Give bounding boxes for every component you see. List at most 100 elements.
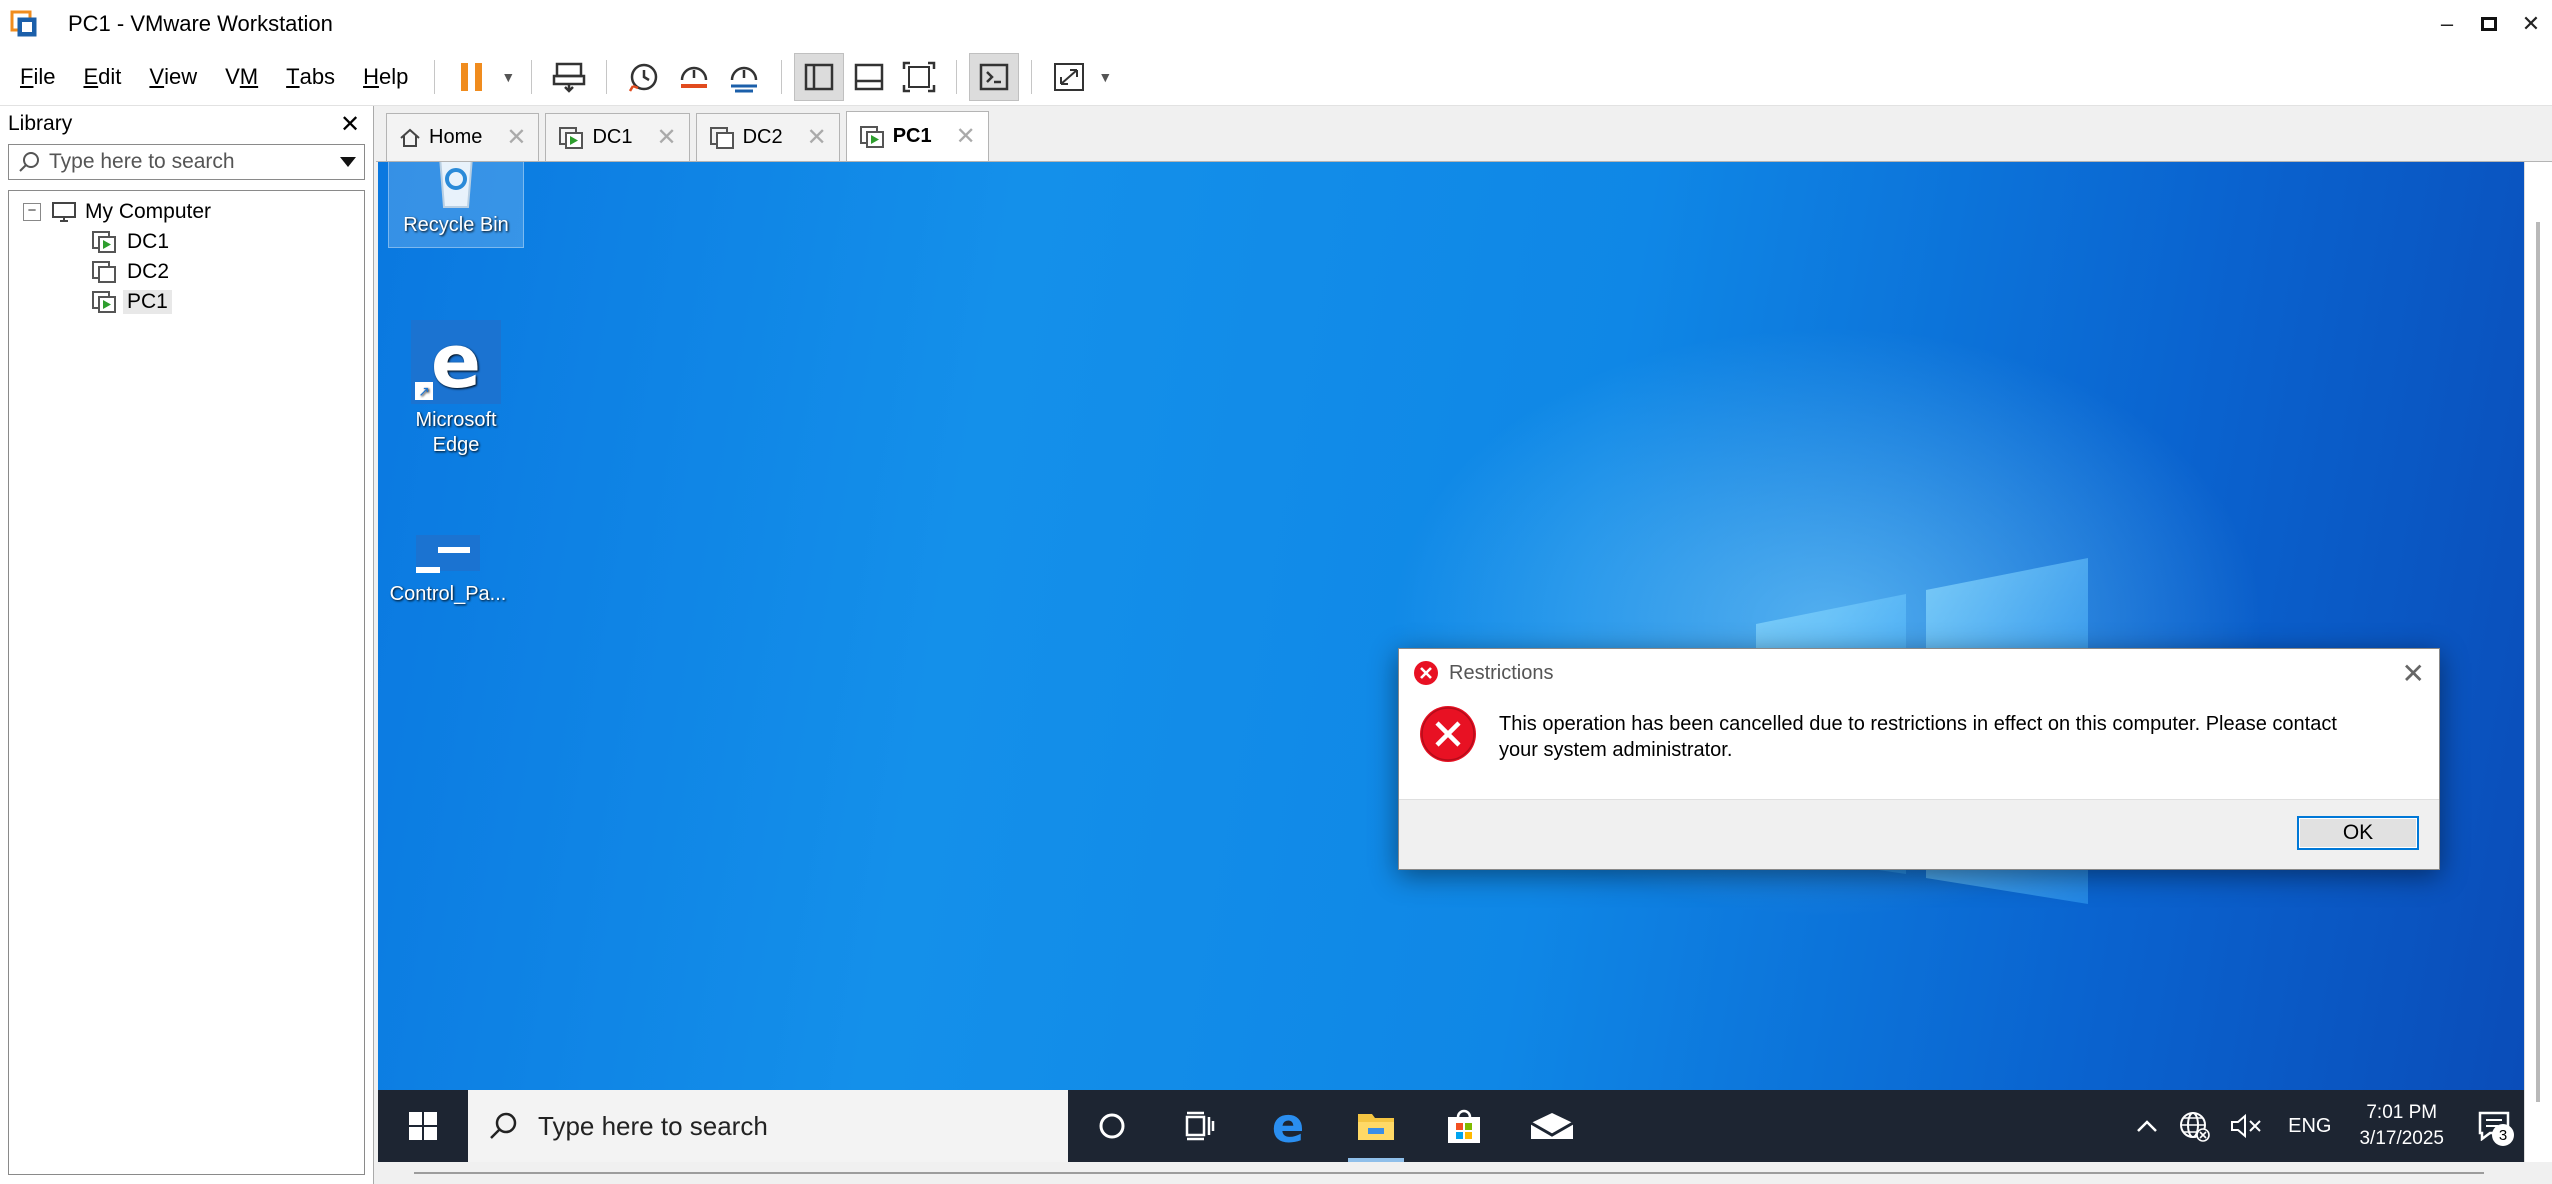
clock[interactable]: 7:01 PM 3/17/2025 bbox=[2345, 1100, 2464, 1152]
horizontal-scrollbar[interactable] bbox=[378, 1162, 2552, 1184]
menu-view[interactable]: View bbox=[135, 57, 211, 97]
revert-snapshot-icon[interactable] bbox=[669, 53, 719, 101]
search-icon bbox=[9, 151, 49, 173]
menu-vm[interactable]: VM bbox=[211, 57, 272, 97]
clock-time: 7:01 PM bbox=[2366, 1102, 2438, 1123]
notification-count-badge: 3 bbox=[2492, 1124, 2514, 1146]
minimize-button[interactable]: – bbox=[2426, 0, 2468, 48]
tab-close-icon[interactable]: ✕ bbox=[956, 122, 976, 151]
power-options-dropdown[interactable]: ▼ bbox=[497, 53, 519, 101]
desktop-icon-control-panel[interactable]: Control_Pa... bbox=[380, 532, 516, 607]
scrollbar-track bbox=[414, 1172, 2484, 1174]
tab-close-icon[interactable]: ✕ bbox=[807, 123, 827, 152]
menu-tabs[interactable]: Tabs bbox=[272, 57, 349, 97]
tab-label: DC1 bbox=[592, 126, 633, 148]
show-thumbnail-bar-icon[interactable] bbox=[844, 53, 894, 101]
toolbar-separator bbox=[606, 59, 608, 94]
desktop-icon-microsoft-edge[interactable]: e ↗ Microsoft Edge bbox=[388, 320, 524, 458]
guest-taskbar: Type here to search e ENG 7:01 PM 3/17/2… bbox=[378, 1090, 2524, 1162]
vm-running-icon bbox=[859, 125, 885, 149]
tab-label: Home bbox=[429, 126, 483, 148]
menu-file[interactable]: File bbox=[0, 57, 69, 97]
send-ctrl-alt-del-icon[interactable] bbox=[544, 53, 594, 101]
show-library-icon[interactable] bbox=[794, 52, 845, 101]
title-bar: PC1 - VMware Workstation – ✕ bbox=[0, 0, 2552, 48]
show-hidden-icons-chevron-icon[interactable] bbox=[2126, 1119, 2168, 1133]
dialog-title-bar: Restrictions bbox=[1399, 649, 2439, 697]
library-tree: − My Computer DC1 DC2 PC1 bbox=[8, 190, 365, 1175]
tree-item-pc1[interactable]: PC1 bbox=[9, 287, 364, 317]
tree-item-dc2[interactable]: DC2 bbox=[9, 257, 364, 287]
start-button[interactable] bbox=[378, 1090, 468, 1162]
dialog-message: This operation has been cancelled due to… bbox=[1499, 713, 2337, 761]
collapse-icon[interactable]: − bbox=[23, 203, 41, 221]
system-tray: ENG 7:01 PM 3/17/2025 3 bbox=[2126, 1090, 2524, 1162]
guest-desktop[interactable]: Recycle Bin e ↗ Microsoft Edge Control_P… bbox=[378, 162, 2524, 1168]
scrollbar-thumb[interactable] bbox=[2536, 222, 2540, 1102]
close-button[interactable]: ✕ bbox=[2510, 0, 2552, 48]
console-view-icon[interactable] bbox=[969, 52, 1020, 101]
tab-close-icon[interactable]: ✕ bbox=[506, 123, 526, 152]
cortana-icon[interactable] bbox=[1068, 1090, 1156, 1162]
taskbar-search-input[interactable]: Type here to search bbox=[538, 1111, 768, 1142]
tree-label: DC2 bbox=[127, 260, 170, 283]
volume-muted-icon[interactable] bbox=[2220, 1113, 2274, 1139]
menu-edit[interactable]: Edit bbox=[69, 57, 135, 97]
toolbar-separator bbox=[1031, 59, 1033, 94]
file-explorer-icon[interactable] bbox=[1332, 1090, 1420, 1162]
recycle-bin-icon bbox=[389, 162, 523, 209]
taskbar-search-box[interactable]: Type here to search bbox=[468, 1090, 1068, 1162]
library-close-icon[interactable]: ✕ bbox=[335, 110, 365, 139]
tree-item-dc1[interactable]: DC1 bbox=[9, 227, 364, 257]
tab-home[interactable]: Home ✕ bbox=[386, 113, 540, 161]
vm-running-icon bbox=[89, 230, 119, 254]
library-search-box[interactable]: Type here to search bbox=[8, 144, 365, 180]
maximize-button[interactable] bbox=[2468, 0, 2510, 48]
vmware-logo-icon[interactable] bbox=[2, 2, 46, 46]
pause-vm-button[interactable] bbox=[447, 53, 497, 101]
window-title: PC1 - VMware Workstation bbox=[68, 11, 333, 36]
tab-dc2[interactable]: DC2 ✕ bbox=[695, 113, 840, 161]
tab-pc1[interactable]: PC1 ✕ bbox=[845, 111, 989, 161]
dialog-close-icon[interactable]: ✕ bbox=[2402, 657, 2425, 690]
take-snapshot-icon[interactable] bbox=[619, 53, 669, 101]
taskbar-edge-icon[interactable]: e bbox=[1244, 1090, 1332, 1162]
home-icon bbox=[399, 128, 421, 148]
stretch-guest-icon[interactable] bbox=[1044, 53, 1094, 101]
tree-label: DC1 bbox=[127, 230, 170, 253]
vm-icon bbox=[709, 126, 735, 150]
action-center-icon[interactable]: 3 bbox=[2464, 1090, 2524, 1162]
toolbar-separator bbox=[531, 59, 533, 94]
mail-icon[interactable] bbox=[1508, 1090, 1596, 1162]
dialog-title: Restrictions bbox=[1449, 661, 1554, 684]
restrictions-dialog: Restrictions ✕ This operation has been c… bbox=[1398, 648, 2440, 870]
search-dropdown-icon[interactable] bbox=[332, 157, 364, 167]
stretch-options-dropdown[interactable]: ▼ bbox=[1094, 53, 1116, 101]
library-header: Library ✕ bbox=[0, 106, 373, 142]
language-indicator[interactable]: ENG bbox=[2274, 1115, 2345, 1138]
edge-icon: e ↗ bbox=[411, 320, 501, 404]
window-controls: – ✕ bbox=[2426, 0, 2552, 48]
dialog-footer: OK bbox=[1399, 799, 2439, 869]
tree-item-my-computer[interactable]: − My Computer bbox=[9, 197, 364, 227]
control-panel-icon bbox=[380, 532, 516, 578]
toolbar-separator bbox=[434, 59, 436, 94]
guest-vertical-scrollbar[interactable] bbox=[2524, 162, 2552, 1168]
tab-label: DC2 bbox=[742, 126, 783, 148]
full-screen-icon[interactable] bbox=[894, 53, 944, 101]
desktop-icon-label: Recycle Bin bbox=[403, 214, 509, 236]
snapshot-manager-icon[interactable] bbox=[719, 53, 769, 101]
vm-tab-strip: Home ✕ DC1 ✕ DC2 ✕ PC1 ✕ bbox=[376, 106, 2552, 162]
tree-label: My Computer bbox=[85, 200, 212, 223]
vm-running-icon bbox=[89, 290, 119, 314]
tab-close-icon[interactable]: ✕ bbox=[656, 123, 676, 152]
microsoft-store-icon[interactable] bbox=[1420, 1090, 1508, 1162]
network-globe-icon[interactable] bbox=[2168, 1110, 2220, 1142]
desktop-icon-label: Control_Pa... bbox=[389, 583, 507, 605]
menu-help[interactable]: Help bbox=[349, 57, 422, 97]
tab-dc1[interactable]: DC1 ✕ bbox=[545, 113, 690, 161]
library-search-input[interactable]: Type here to search bbox=[49, 150, 332, 174]
ok-button[interactable]: OK bbox=[2297, 816, 2419, 850]
desktop-icon-recycle-bin[interactable]: Recycle Bin bbox=[388, 162, 524, 248]
task-view-icon[interactable] bbox=[1156, 1090, 1244, 1162]
